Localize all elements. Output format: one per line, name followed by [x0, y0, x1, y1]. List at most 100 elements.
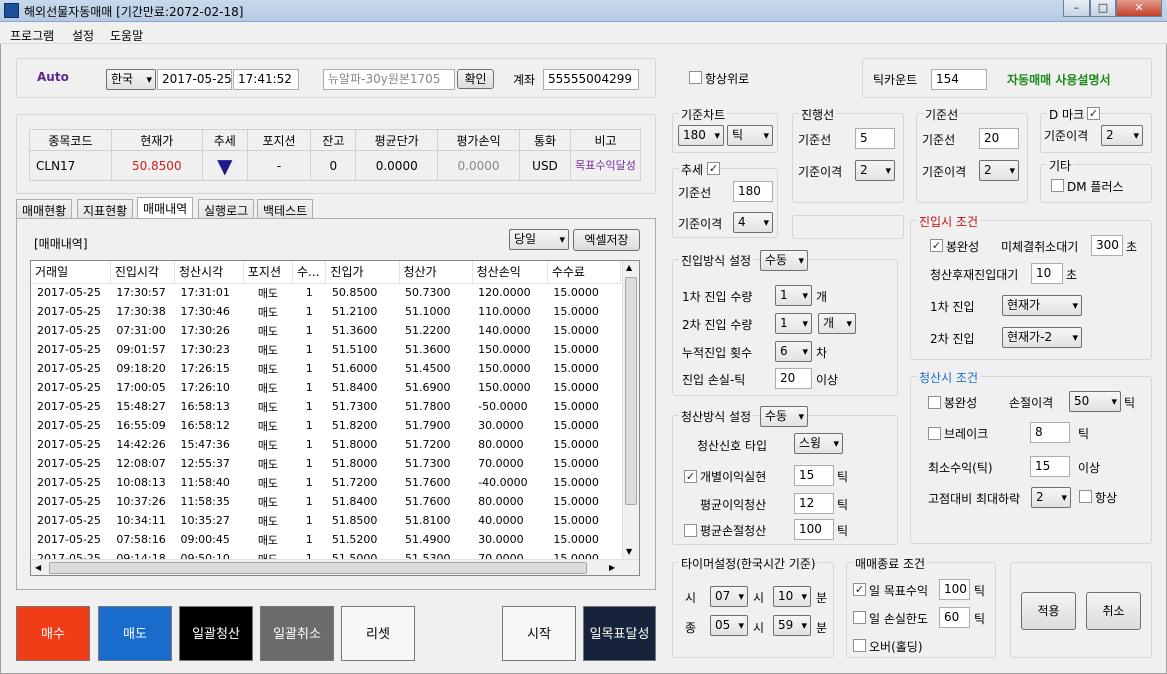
table-row[interactable]: 2017-05-25 10:37:26 11:58:35 매도 1 51.8400 51.7… [31, 492, 621, 511]
daily-target-checkbox[interactable]: ✓ [853, 583, 866, 596]
menu-help[interactable]: 도움말 [110, 27, 143, 44]
table-row[interactable]: 2017-05-25 17:30:38 17:30:46 매도 1 51.2100 51.1… [31, 302, 621, 321]
entry-second-type-select[interactable]: 현재가-2 [1002, 327, 1082, 348]
table-row[interactable]: 2017-05-25 10:08:13 11:58:40 매도 1 51.7200 51.7… [31, 473, 621, 492]
table-row[interactable]: 2017-05-25 09:01:57 17:30:23 매도 1 51.5100 51.3… [31, 340, 621, 359]
scroll-thumb[interactable] [625, 277, 637, 505]
entry-second-unit-select[interactable]: 개 [818, 313, 856, 334]
entry-count-label: 누적진입 횟수 [682, 346, 753, 360]
maximize-icon[interactable]: □ [1090, 0, 1116, 17]
buy-button[interactable]: 매수 [16, 606, 90, 661]
table-row[interactable]: 2017-05-25 09:18:20 17:26:15 매도 1 51.6000 51.4… [31, 359, 621, 378]
tab-trade-history[interactable]: 매매내역 [137, 197, 194, 218]
baseline-base-field[interactable]: 20 [979, 128, 1019, 149]
daily-loss-checkbox[interactable] [853, 611, 866, 624]
trend-gap-select[interactable]: 4 [733, 212, 773, 233]
table-row[interactable]: 2017-05-25 10:34:11 10:35:27 매도 1 51.8500 51.8… [31, 511, 621, 530]
timer-end-min-select[interactable]: 59 [773, 615, 811, 636]
exit-signal-select[interactable]: 스윙 [794, 433, 843, 454]
tab-indicator-status[interactable]: 지표현황 [77, 199, 134, 218]
timer-start-hour-select[interactable]: 07 [710, 586, 748, 607]
entry-reentry-field[interactable]: 10 [1031, 263, 1063, 284]
dm-plus-checkbox[interactable] [1051, 179, 1064, 192]
cancel-button[interactable]: 취소 [1086, 592, 1141, 630]
exit-complete-checkbox[interactable] [928, 396, 941, 409]
sell-button[interactable]: 매도 [98, 606, 172, 661]
always-on-top-checkbox[interactable] [689, 71, 702, 84]
scroll-down-icon[interactable]: ▼ [626, 547, 632, 556]
entry-count-select[interactable]: 6 [775, 341, 812, 362]
dmark-gap-select[interactable]: 2 [1101, 125, 1143, 146]
timer-start-min-select[interactable]: 10 [773, 586, 811, 607]
exit-stop-select[interactable]: 50 [1069, 391, 1121, 412]
scroll-right-icon[interactable]: ▶ [609, 563, 615, 572]
table-row[interactable]: 2017-05-25 17:30:57 17:31:01 매도 1 50.8500 50.7… [31, 283, 621, 302]
chart-value-select[interactable]: 180 [678, 125, 724, 146]
menu-program[interactable]: 프로그램 [10, 27, 54, 44]
col-currency: 통화 [518, 129, 572, 151]
start-button[interactable]: 시작 [502, 606, 576, 661]
table-cell: 40.0000 [478, 514, 524, 527]
country-select[interactable]: 한국 [106, 69, 156, 90]
table-row[interactable]: 2017-05-25 07:31:00 17:30:26 매도 1 51.3600 51.2… [31, 321, 621, 340]
horizontal-scrollbar[interactable]: ◀ ▶ [31, 559, 639, 575]
vertical-scrollbar[interactable]: ▲ ▼ [622, 261, 639, 559]
baseline-gap-select[interactable]: 2 [979, 160, 1019, 181]
overnight-checkbox[interactable] [853, 639, 866, 652]
leading-gap-select[interactable]: 2 [855, 160, 895, 181]
col-entry-price: 진입가 [325, 261, 400, 284]
close-all-button[interactable]: 일괄청산 [179, 606, 253, 661]
exit-avg-loss-checkbox[interactable] [684, 524, 697, 537]
trend-checkbox[interactable]: ✓ [707, 162, 720, 175]
table-row[interactable]: 2017-05-25 17:00:05 17:26:10 매도 1 51.8400 51.6… [31, 378, 621, 397]
table-row[interactable]: 2017-05-25 16:55:09 16:58:12 매도 1 51.8200 51.7… [31, 416, 621, 435]
leading-base-field[interactable]: 5 [855, 128, 895, 149]
entry-loss-field[interactable]: 20 [775, 368, 812, 389]
always-checkbox[interactable] [1079, 490, 1092, 503]
entry-cancel-field[interactable]: 300 [1091, 235, 1123, 256]
menu-settings[interactable]: 설정 [72, 27, 94, 44]
table-row[interactable]: 2017-05-25 14:42:26 15:47:36 매도 1 51.8000 51.7… [31, 435, 621, 454]
minimize-icon[interactable]: – [1063, 0, 1090, 17]
table-row[interactable]: 2017-05-25 12:08:07 12:55:37 매도 1 51.8000 51.7… [31, 454, 621, 473]
apply-button[interactable]: 적용 [1021, 592, 1076, 630]
daily-loss-field[interactable]: 60 [939, 607, 970, 628]
table-row[interactable]: 2017-05-25 07:58:16 09:00:45 매도 1 51.5200 51.4… [31, 530, 621, 549]
dmark-checkbox[interactable]: ✓ [1087, 107, 1100, 120]
table-row[interactable]: 2017-05-25 15:48:27 16:58:13 매도 1 51.7300 51.7… [31, 397, 621, 416]
entry-complete-checkbox[interactable]: ✓ [930, 239, 943, 252]
daily-target-field[interactable]: 100 [939, 579, 970, 600]
entry-mode-select[interactable]: 수동 [760, 250, 808, 271]
scroll-up-icon[interactable]: ▲ [626, 263, 632, 272]
scroll-left-icon[interactable]: ◀ [35, 563, 41, 572]
tab-trade-status[interactable]: 매매현황 [16, 199, 73, 218]
entry-second-select[interactable]: 1 [775, 313, 812, 334]
chart-unit-select[interactable]: 틱 [727, 125, 773, 146]
entry-first-select[interactable]: 1 [775, 285, 812, 306]
cancel-all-button[interactable]: 일괄취소 [260, 606, 334, 661]
confirm-button[interactable]: 확인 [457, 69, 494, 89]
history-list[interactable]: 거래일 진입시각 청산시각 포지션 수... 진입가 청산가 청산손익 수수료 … [30, 260, 640, 576]
manual-link[interactable]: 자동매매 사용설명서 [1007, 71, 1111, 88]
trend-base-field[interactable]: 180 [733, 181, 773, 202]
max-drop-select[interactable]: 2 [1031, 487, 1071, 508]
exit-indiv-checkbox[interactable]: ✓ [684, 470, 697, 483]
brake-checkbox[interactable] [928, 427, 941, 440]
exit-avg-field[interactable]: 12 [794, 493, 834, 514]
period-select[interactable]: 당일 [509, 229, 569, 250]
brake-field[interactable]: 8 [1030, 422, 1070, 443]
hscroll-thumb[interactable] [49, 562, 587, 574]
exit-avg-loss-field[interactable]: 100 [794, 519, 834, 540]
reset-button[interactable]: 리셋 [341, 606, 415, 661]
tab-backtest[interactable]: 백테스트 [257, 199, 314, 218]
daily-target-button[interactable]: 일목표달성 [583, 606, 656, 661]
exit-indiv-field[interactable]: 15 [794, 465, 834, 486]
exit-mode-select[interactable]: 수동 [760, 406, 808, 427]
entry-first-type-select[interactable]: 현재가 [1002, 295, 1082, 316]
product-field[interactable]: 뉴알파-30y원본1705 [323, 69, 455, 90]
excel-save-button[interactable]: 엑셀저장 [573, 229, 640, 251]
close-icon[interactable]: ✕ [1116, 0, 1162, 17]
tab-run-log[interactable]: 실행로그 [198, 199, 255, 218]
timer-end-hour-select[interactable]: 05 [710, 615, 748, 636]
min-profit-field[interactable]: 15 [1030, 456, 1070, 477]
